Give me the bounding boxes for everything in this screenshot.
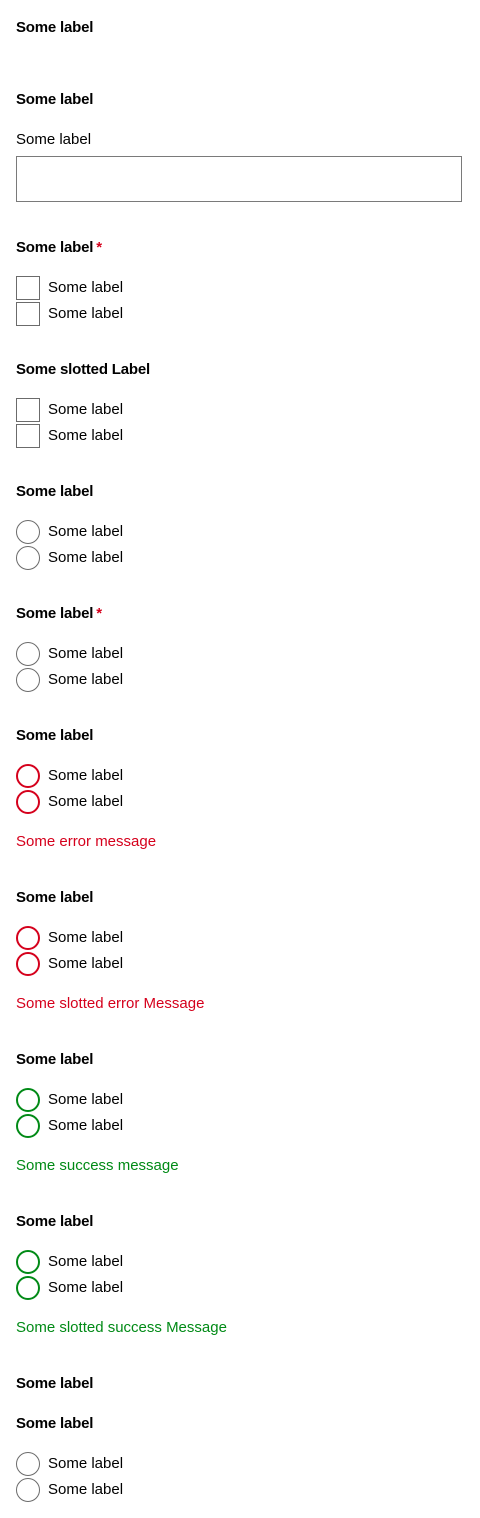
legend-text: Some label bbox=[16, 605, 94, 622]
error-message: Some slotted error Message bbox=[16, 995, 205, 1012]
radio-option[interactable]: Some label bbox=[16, 1114, 123, 1138]
radio-label: Some label bbox=[48, 929, 124, 946]
radio-label: Some label bbox=[48, 1481, 124, 1498]
required-asterisk: * bbox=[96, 605, 102, 622]
checkbox-option[interactable]: Some label bbox=[16, 424, 123, 448]
radio-button[interactable] bbox=[16, 1250, 40, 1274]
radio-option[interactable]: Some label bbox=[16, 642, 123, 666]
radio-option[interactable]: Some label bbox=[16, 790, 123, 814]
radio-button[interactable] bbox=[16, 1478, 40, 1502]
radio-label: Some label bbox=[48, 523, 124, 540]
radio-option[interactable]: Some label bbox=[16, 520, 123, 544]
fieldset-8-legend: Some label bbox=[16, 889, 94, 906]
radio-option[interactable]: Some label bbox=[16, 1478, 123, 1502]
radio-option[interactable]: Some label bbox=[16, 1250, 123, 1274]
radio-option[interactable]: Some label bbox=[16, 926, 123, 950]
radio-button[interactable] bbox=[16, 926, 40, 950]
radio-button[interactable] bbox=[16, 1452, 40, 1476]
fieldset-7-legend: Some label bbox=[16, 727, 94, 744]
radio-label: Some label bbox=[48, 1455, 124, 1472]
fieldset-11-legend: Some label bbox=[16, 1375, 94, 1392]
radio-label: Some label bbox=[48, 767, 124, 784]
radio-button[interactable] bbox=[16, 1088, 40, 1112]
radio-option[interactable]: Some label bbox=[16, 1276, 123, 1300]
radio-button[interactable] bbox=[16, 952, 40, 976]
radio-option[interactable]: Some label bbox=[16, 668, 123, 692]
checkbox-label: Some label bbox=[48, 279, 124, 296]
radio-option[interactable]: Some label bbox=[16, 1452, 123, 1476]
radio-label: Some label bbox=[48, 793, 124, 810]
radio-option[interactable]: Some label bbox=[16, 1088, 123, 1112]
radio-label: Some label bbox=[48, 645, 124, 662]
radio-label: Some label bbox=[48, 671, 124, 688]
checkbox-option[interactable]: Some label bbox=[16, 302, 123, 326]
radio-button[interactable] bbox=[16, 790, 40, 814]
checkbox[interactable] bbox=[16, 398, 40, 422]
success-message: Some success message bbox=[16, 1157, 179, 1174]
radio-label: Some label bbox=[48, 1117, 124, 1134]
fieldset-4-legend: Some slotted Label bbox=[16, 361, 150, 378]
fieldset-1-legend: Some label bbox=[16, 19, 94, 36]
text-field-label: Some label bbox=[16, 131, 92, 148]
radio-button[interactable] bbox=[16, 642, 40, 666]
fieldset-2-legend: Some label bbox=[16, 91, 94, 108]
radio-label: Some label bbox=[48, 549, 124, 566]
radio-label: Some label bbox=[48, 1279, 124, 1296]
form-page: Some label Some label Some label Some la… bbox=[0, 0, 480, 1518]
radio-button[interactable] bbox=[16, 1276, 40, 1300]
error-message: Some error message bbox=[16, 833, 157, 850]
checkbox-label: Some label bbox=[48, 305, 124, 322]
radio-button[interactable] bbox=[16, 520, 40, 544]
legend-text: Some label bbox=[16, 239, 94, 256]
radio-button[interactable] bbox=[16, 1114, 40, 1138]
fieldset-5-legend: Some label bbox=[16, 483, 94, 500]
fieldset-6-legend: Some label * bbox=[16, 604, 102, 624]
fieldset-3-legend: Some label * bbox=[16, 238, 102, 258]
radio-label: Some label bbox=[48, 1253, 124, 1270]
radio-button[interactable] bbox=[16, 546, 40, 570]
fieldset-12-legend: Some label bbox=[16, 1415, 94, 1432]
fieldset-10-legend: Some label bbox=[16, 1213, 94, 1230]
checkbox[interactable] bbox=[16, 302, 40, 326]
radio-label: Some label bbox=[48, 1091, 124, 1108]
checkbox[interactable] bbox=[16, 276, 40, 300]
radio-label: Some label bbox=[48, 955, 124, 972]
radio-option[interactable]: Some label bbox=[16, 764, 123, 788]
radio-option[interactable]: Some label bbox=[16, 952, 123, 976]
radio-option[interactable]: Some label bbox=[16, 546, 123, 570]
required-asterisk: * bbox=[96, 239, 102, 256]
radio-button[interactable] bbox=[16, 668, 40, 692]
checkbox-option[interactable]: Some label bbox=[16, 276, 123, 300]
text-input[interactable] bbox=[16, 156, 462, 202]
checkbox-label: Some label bbox=[48, 427, 124, 444]
checkbox-label: Some label bbox=[48, 401, 124, 418]
checkbox[interactable] bbox=[16, 424, 40, 448]
checkbox-option[interactable]: Some label bbox=[16, 398, 123, 422]
success-message: Some slotted success Message bbox=[16, 1319, 227, 1336]
radio-button[interactable] bbox=[16, 764, 40, 788]
fieldset-9-legend: Some label bbox=[16, 1051, 94, 1068]
